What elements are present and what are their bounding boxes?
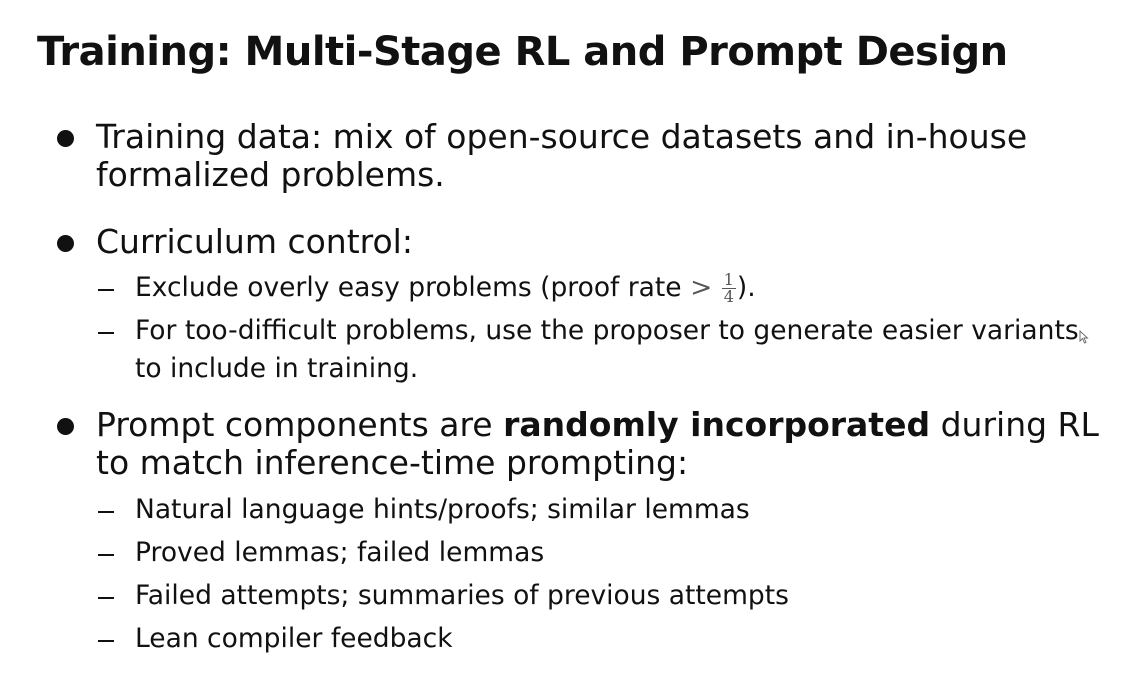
bullet-marker-icon — [57, 235, 74, 252]
math-fraction: 14 — [721, 272, 736, 306]
bullet-marker-icon — [57, 418, 74, 435]
sub-bullet-exclude-easy: Exclude overly easy problems (proof rate… — [135, 269, 1085, 307]
math-operator: > — [690, 272, 713, 303]
sub-bullet-compiler-feedback: Lean compiler feedback — [135, 623, 453, 654]
slide: Training: Multi-Stage RL and Prompt Desi… — [0, 0, 1143, 681]
bullet-curriculum-control: Curriculum control: — [96, 222, 413, 261]
sub-bullet-text: Exclude overly easy problems (proof rate — [135, 272, 682, 303]
sub-bullet-failed-attempts: Failed attempts; summaries of previous a… — [135, 580, 789, 611]
bullet-text: Prompt components are — [96, 405, 493, 444]
bullet-training-data: Training data: mix of open-source datase… — [96, 117, 1028, 194]
sub-bullet-text-end: ). — [736, 272, 756, 303]
slide-title: Training: Multi-Stage RL and Prompt Desi… — [37, 29, 1008, 75]
bullet-prompt-components: Prompt components are randomly incorpora… — [96, 406, 1106, 482]
bullet-marker-icon — [57, 130, 74, 147]
sub-bullet-lemmas: Proved lemmas; failed lemmas — [135, 537, 545, 568]
bullet-emphasis: randomly incorporated — [503, 405, 931, 444]
sub-bullet-marker-icon — [98, 332, 114, 334]
sub-bullet-marker-icon — [98, 289, 114, 291]
sub-bullet-too-difficult: For too-difficult problems, use the prop… — [135, 315, 1079, 384]
mouse-pointer-icon — [1079, 330, 1089, 344]
sub-bullet-marker-icon — [98, 511, 114, 513]
sub-bullet-hints: Natural language hints/proofs; similar l… — [135, 494, 750, 525]
sub-bullet-marker-icon — [98, 597, 114, 599]
sub-bullet-marker-icon — [98, 554, 114, 556]
sub-bullet-marker-icon — [98, 640, 114, 642]
fraction-denominator: 4 — [723, 287, 734, 306]
